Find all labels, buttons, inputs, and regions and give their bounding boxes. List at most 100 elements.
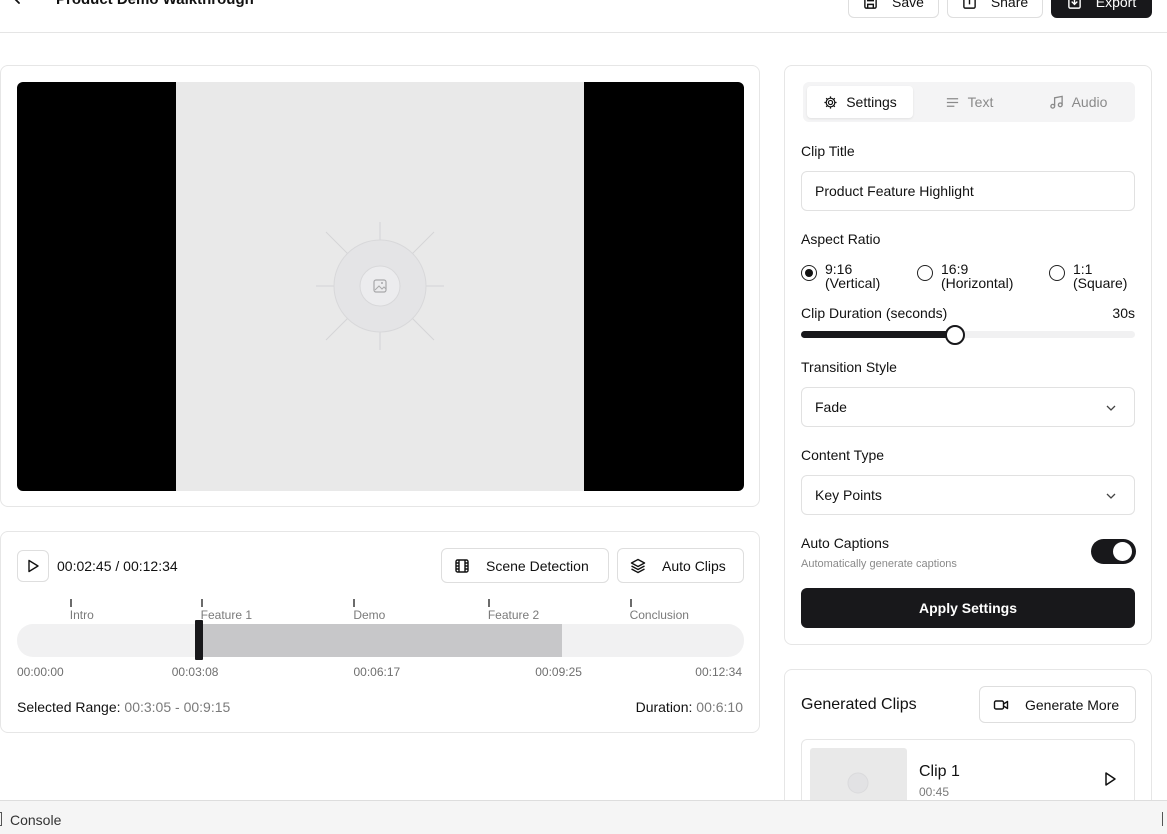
- tab-audio-label: Audio: [1071, 94, 1108, 110]
- play-icon[interactable]: [1102, 771, 1118, 787]
- time-readout: 00:02:45 / 00:12:34: [57, 558, 178, 574]
- arrow-left-icon[interactable]: [10, 0, 30, 8]
- export-label: Export: [1095, 0, 1137, 10]
- current-time: 00:02:45: [57, 558, 112, 574]
- marker-tick: [353, 599, 356, 607]
- clip-duration-value: 30s: [1112, 305, 1135, 321]
- aspect-ratio-value: 1:1: [1073, 261, 1093, 277]
- marker-tick: [200, 599, 203, 607]
- timeline-selection[interactable]: [198, 624, 563, 657]
- music-note-icon: [1049, 95, 1063, 109]
- aspect-option-horizontal[interactable]: 16:9 (Horizontal): [917, 262, 1013, 290]
- transition-style-value: Fade: [815, 399, 847, 415]
- generated-clips-title: Generated Clips: [801, 696, 917, 713]
- playhead-handle[interactable]: [194, 620, 203, 660]
- film-icon: [455, 558, 469, 573]
- slider-thumb[interactable]: [944, 325, 965, 345]
- content-type-label: Content Type: [801, 447, 885, 463]
- time-separator: /: [115, 558, 120, 574]
- aspect-option-square[interactable]: 1:1 (Square): [1049, 262, 1127, 290]
- timeline-track[interactable]: [17, 624, 744, 657]
- clip-duration-label: Clip Duration (seconds): [801, 305, 948, 321]
- time-label: 00:00:00: [17, 665, 64, 679]
- top-bar: Product Demo Walkthrough Save Share Expo…: [0, 0, 1167, 33]
- time-label: 00:12:34: [695, 665, 742, 679]
- settings-tabs: Settings Text Audio: [803, 82, 1135, 122]
- save-label: Save: [892, 0, 924, 10]
- tab-audio[interactable]: Audio: [1025, 86, 1131, 118]
- text-lines-icon: [946, 97, 958, 107]
- aspect-ratio-desc: (Square): [1073, 275, 1128, 291]
- play-button[interactable]: [17, 550, 49, 582]
- console-resize-handle[interactable]: [1162, 812, 1166, 826]
- video-camera-icon: [993, 699, 1009, 710]
- marker-tick: [487, 599, 490, 607]
- clip-title-value: Product Feature Highlight: [815, 183, 974, 199]
- console-label: Console: [10, 812, 62, 828]
- aspect-ratio-label: Aspect Ratio: [801, 231, 881, 247]
- marker-label: Intro: [69, 608, 94, 622]
- page-title: Product Demo Walkthrough: [56, 0, 254, 8]
- content-type-value: Key Points: [815, 487, 882, 503]
- video-frame: [176, 82, 584, 491]
- transition-style-label: Transition Style: [801, 359, 897, 375]
- tab-settings-label: Settings: [846, 94, 897, 110]
- auto-captions-description: Automatically generate captions: [801, 558, 957, 570]
- auto-clips-button[interactable]: Auto Clips: [617, 548, 744, 583]
- marker-tick: [69, 599, 72, 607]
- export-icon: [1067, 0, 1081, 9]
- auto-captions-label: Auto Captions: [801, 535, 889, 551]
- chevron-down-icon: [1106, 405, 1116, 411]
- tab-settings[interactable]: Settings: [807, 86, 913, 118]
- gear-icon: [824, 95, 837, 109]
- content-type-select[interactable]: Key Points: [801, 475, 1135, 515]
- marker-label: Demo: [353, 608, 386, 622]
- radio-indicator[interactable]: [1049, 265, 1065, 281]
- marker-tick: [629, 599, 632, 607]
- console-panel-icon: [0, 812, 2, 826]
- apply-settings-button[interactable]: Apply Settings: [801, 588, 1135, 628]
- clip-name: Clip 1: [919, 763, 960, 780]
- clip-duration-slider[interactable]: [801, 331, 1135, 338]
- play-icon: [28, 559, 39, 573]
- video-preview-panel: [0, 65, 760, 507]
- aspect-ratio-value: 9:16: [825, 261, 853, 277]
- scene-detection-label: Scene Detection: [486, 557, 589, 574]
- duration-label: Duration:: [635, 699, 693, 715]
- share-label: Share: [990, 0, 1029, 10]
- transition-style-select[interactable]: Fade: [801, 387, 1135, 427]
- aspect-ratio-desc: (Vertical): [825, 275, 881, 291]
- slider-fill: [801, 331, 955, 338]
- auto-captions-toggle[interactable]: [1091, 539, 1136, 564]
- radio-indicator[interactable]: [801, 265, 817, 281]
- save-button[interactable]: Save: [848, 0, 939, 18]
- tab-text[interactable]: Text: [916, 86, 1022, 118]
- marker-label: Feature 1: [200, 608, 253, 622]
- aspect-ratio-desc: (Horizontal): [941, 275, 1014, 291]
- selected-range: Selected Range: 00:3:05 - 00:9:15: [17, 699, 230, 715]
- clip-title-label: Clip Title: [801, 143, 855, 159]
- image-placeholder-icon: [316, 222, 444, 350]
- console-bar[interactable]: Console: [0, 800, 1167, 834]
- duration-readout: Duration: 00:6:10: [636, 699, 743, 715]
- video-player[interactable]: [17, 82, 744, 491]
- share-icon: [962, 0, 976, 9]
- auto-clips-label: Auto Clips: [662, 557, 726, 574]
- generate-more-label: Generate More: [1025, 696, 1120, 713]
- share-button[interactable]: Share: [947, 0, 1043, 18]
- selected-range-label: Selected Range:: [17, 699, 121, 715]
- aspect-option-vertical[interactable]: 9:16 (Vertical): [801, 262, 880, 290]
- radio-indicator[interactable]: [917, 265, 933, 281]
- total-time: 00:12:34: [123, 558, 178, 574]
- scene-detection-button[interactable]: Scene Detection: [441, 548, 609, 583]
- layers-icon: [630, 558, 646, 573]
- generate-more-button[interactable]: Generate More: [979, 686, 1136, 723]
- export-button[interactable]: Export: [1051, 0, 1152, 18]
- chevron-down-icon: [1106, 493, 1116, 499]
- marker-label: Conclusion: [629, 608, 689, 622]
- settings-panel: Settings Text Audio Clip Title Product F…: [784, 65, 1152, 645]
- clip-title-input[interactable]: Product Feature Highlight: [801, 171, 1135, 211]
- clip-duration: 00:45: [919, 785, 950, 799]
- save-icon: [864, 0, 877, 9]
- aspect-ratio-value: 16:9: [941, 261, 969, 277]
